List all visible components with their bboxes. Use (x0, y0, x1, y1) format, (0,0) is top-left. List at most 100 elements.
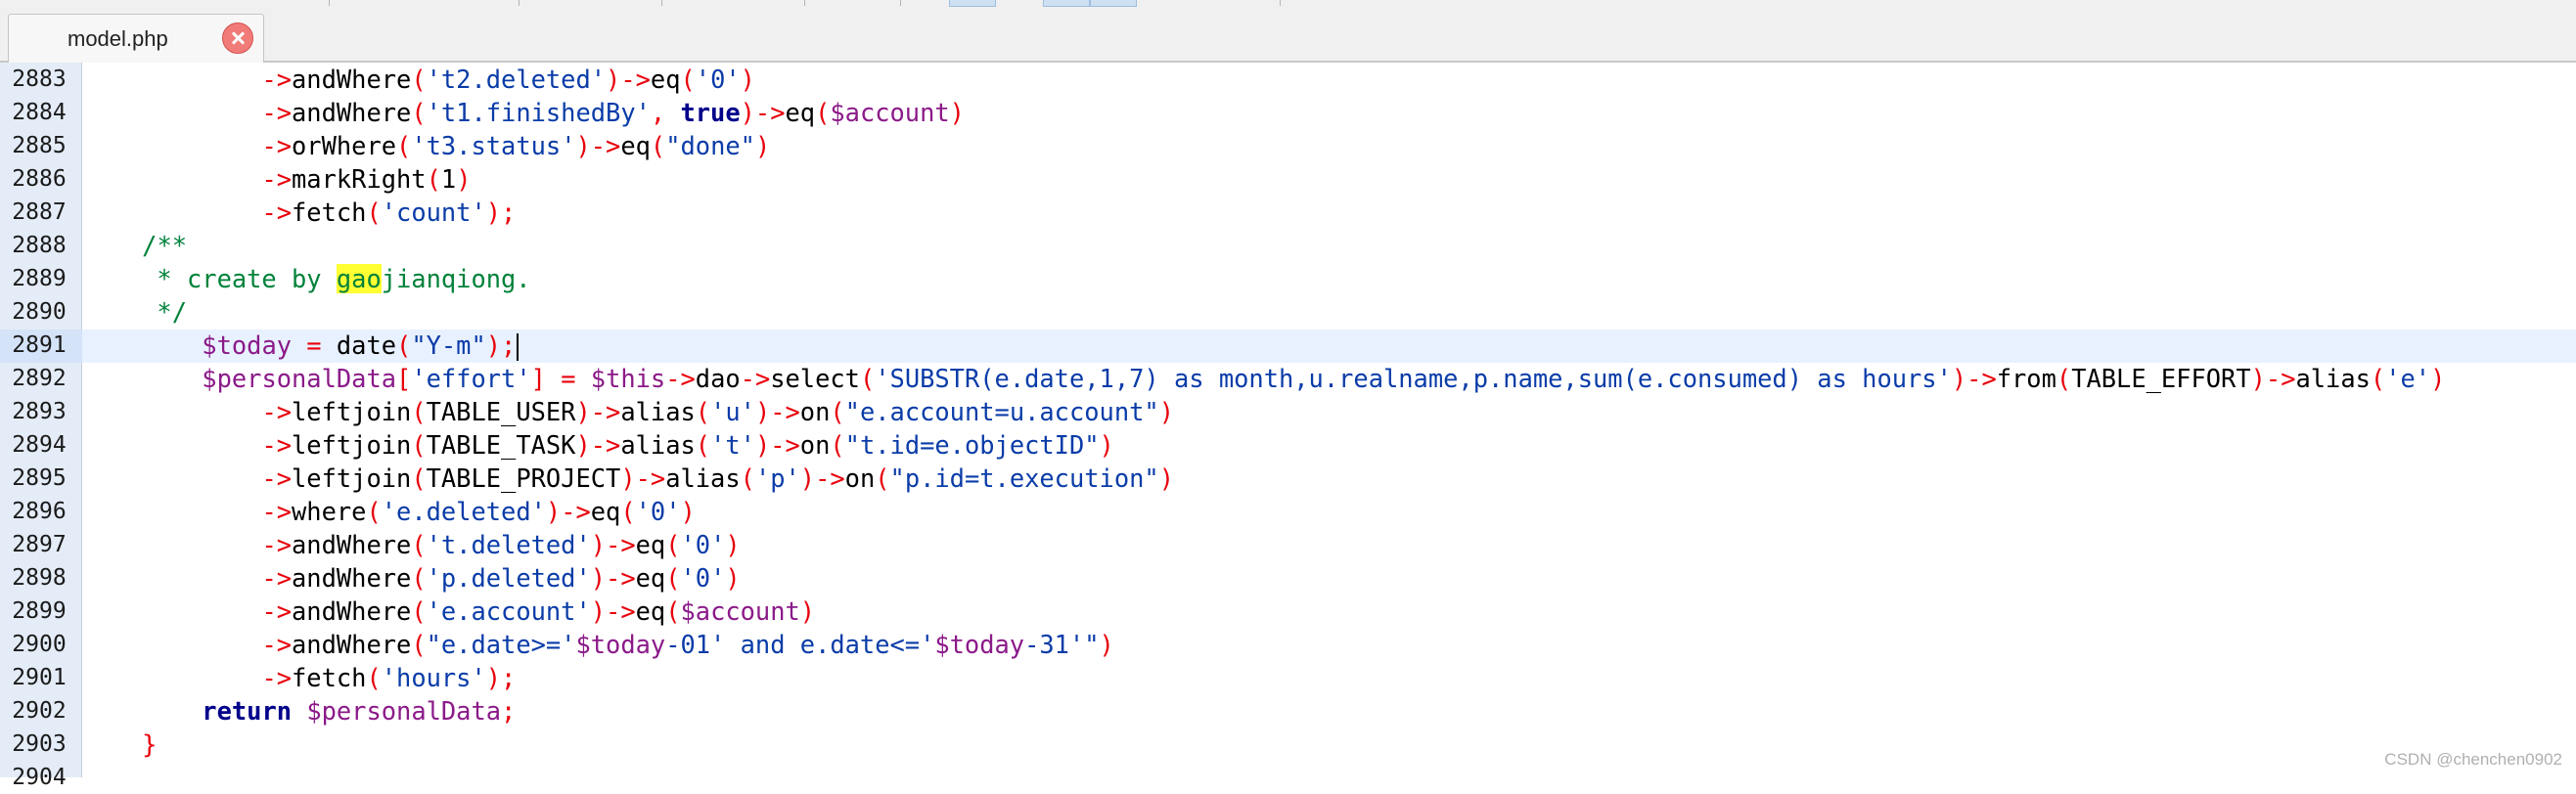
code-text[interactable]: ->fetch('count'); (82, 196, 516, 229)
code-token: 'p' (754, 463, 800, 493)
code-token: -> (261, 98, 293, 127)
code-line[interactable]: 2894 ->leftjoin(TABLE_TASK)->alias('t')-… (0, 428, 2576, 462)
code-line[interactable]: 2904 (0, 761, 2576, 794)
code-token: ( (411, 563, 427, 593)
code-line[interactable]: 2895 ->leftjoin(TABLE_PROJECT)->alias('p… (0, 462, 2576, 495)
code-token: TABLE_USER (426, 397, 576, 426)
code-token: , (650, 98, 681, 127)
code-token: ( (411, 630, 427, 659)
code-line[interactable]: 2893 ->leftjoin(TABLE_USER)->alias('u')-… (0, 395, 2576, 428)
code-token: from (1996, 364, 2056, 393)
code-text[interactable]: ->leftjoin(TABLE_TASK)->alias('t')->on("… (82, 428, 1113, 462)
code-token: )-> (2250, 364, 2296, 393)
code-token: andWhere (292, 630, 412, 659)
toolbar-button[interactable] (949, 0, 996, 7)
code-token: gao (336, 264, 382, 293)
code-line[interactable]: 2902 return $personalData; (0, 694, 2576, 728)
code-token: )-> (620, 463, 666, 493)
code-text[interactable]: ->markRight(1) (82, 162, 471, 196)
code-token: ( (411, 397, 427, 426)
code-token: ( (366, 497, 382, 526)
code-line[interactable]: 2886 ->markRight(1) (0, 162, 2576, 196)
code-line[interactable]: 2884 ->andWhere('t1.finishedBy', true)->… (0, 96, 2576, 129)
code-token: return (202, 696, 293, 726)
code-token: ); (485, 663, 517, 692)
code-token: ( (411, 596, 427, 626)
code-token: ( (426, 164, 441, 194)
code-text[interactable]: return $personalData; (82, 694, 516, 728)
code-line[interactable]: 2883 ->andWhere('t2.deleted')->eq('0') (0, 63, 2576, 96)
file-tab-model-php[interactable]: model.php (8, 14, 264, 63)
code-text[interactable]: ->andWhere('e.account')->eq($account) (82, 595, 815, 628)
text-caret (517, 333, 520, 361)
code-token: ( (620, 497, 636, 526)
code-line[interactable]: 2891 $today = date("Y-m"); (0, 329, 2576, 362)
code-text[interactable]: ->fetch('hours'); (82, 661, 516, 694)
close-icon[interactable] (222, 22, 253, 54)
code-token: ( (411, 530, 427, 559)
code-text[interactable]: $personalData['effort'] = $this->dao->se… (82, 362, 2445, 395)
code-token: ) (949, 98, 965, 127)
line-number: 2884 (12, 100, 67, 125)
code-token: 't2.deleted' (426, 65, 607, 94)
code-text[interactable]: ->andWhere("e.date>='$today-01' and e.da… (82, 628, 1114, 661)
code-token: on (799, 397, 831, 426)
code-line[interactable]: 2898 ->andWhere('p.deleted')->eq('0') (0, 561, 2576, 595)
line-number: 2895 (12, 465, 67, 491)
code-text[interactable]: /** (82, 229, 187, 262)
code-text[interactable]: ->leftjoin(TABLE_USER)->alias('u')->on("… (82, 395, 1174, 428)
code-text[interactable]: ->andWhere('t.deleted')->eq('0') (82, 528, 740, 561)
code-line[interactable]: 2885 ->orWhere('t3.status')->eq("done") (0, 129, 2576, 162)
code-line[interactable]: 2899 ->andWhere('e.account')->eq($accoun… (0, 595, 2576, 628)
code-token: leftjoin (292, 463, 412, 493)
code-line[interactable]: 2892 $personalData['effort'] = $this->da… (0, 362, 2576, 395)
code-line[interactable]: 2887 ->fetch('count'); (0, 196, 2576, 229)
code-editor[interactable]: 2883 ->andWhere('t2.deleted')->eq('0') 28… (0, 63, 2576, 790)
code-token: 't.deleted' (426, 530, 591, 559)
code-text[interactable]: ->andWhere('t1.finishedBy', true)->eq($a… (82, 96, 965, 129)
code-line[interactable]: 2897 ->andWhere('t.deleted')->eq('0') (0, 528, 2576, 561)
code-line[interactable]: 2889 * create by gaojianqiong. (0, 262, 2576, 295)
code-token: "done" (665, 131, 755, 160)
code-line[interactable]: 2896 ->where('e.deleted')->eq('0') (0, 495, 2576, 528)
code-token: ) (1099, 630, 1114, 659)
code-text[interactable]: ->leftjoin(TABLE_PROJECT)->alias('p')->o… (82, 462, 1174, 495)
code-token: fetch (292, 663, 367, 692)
toolbar-button[interactable] (1090, 0, 1137, 7)
code-line[interactable]: 2890 */ (0, 295, 2576, 329)
code-line[interactable]: 2901 ->fetch('hours'); (0, 661, 2576, 694)
code-text[interactable]: ->andWhere('p.deleted')->eq('0') (82, 561, 740, 595)
code-token: ( (815, 98, 831, 127)
code-text[interactable]: */ (82, 295, 187, 329)
code-text[interactable]: } (82, 728, 157, 761)
code-token: -> (261, 65, 293, 94)
code-token: ) (754, 131, 771, 160)
code-token: ( (740, 463, 755, 493)
code-text[interactable]: ->orWhere('t3.status')->eq("done") (82, 129, 770, 162)
code-token: 'count' (381, 198, 486, 227)
toolbar-button[interactable] (1043, 0, 1090, 7)
code-line[interactable]: 2888 /** (0, 229, 2576, 262)
line-number: 2898 (12, 565, 67, 591)
code-text[interactable]: ->andWhere('t2.deleted')->eq('0') (82, 63, 755, 96)
line-number: 2886 (12, 166, 67, 192)
code-line[interactable]: 2900 ->andWhere("e.date>='$today-01' and… (0, 628, 2576, 661)
code-token: ) (799, 596, 816, 626)
code-line[interactable]: 2903 } (0, 728, 2576, 761)
line-number: 2901 (12, 665, 67, 690)
code-token: -> (740, 364, 771, 393)
code-token: alias (665, 463, 741, 493)
code-text[interactable]: * create by gaojianqiong. (82, 262, 531, 295)
code-token: TABLE_PROJECT (426, 463, 621, 493)
code-token: ( (830, 430, 845, 460)
code-text[interactable]: $today = date("Y-m"); (82, 329, 520, 362)
code-token: /** (142, 231, 188, 260)
code-text[interactable]: ->where('e.deleted')->eq('0') (82, 495, 695, 528)
